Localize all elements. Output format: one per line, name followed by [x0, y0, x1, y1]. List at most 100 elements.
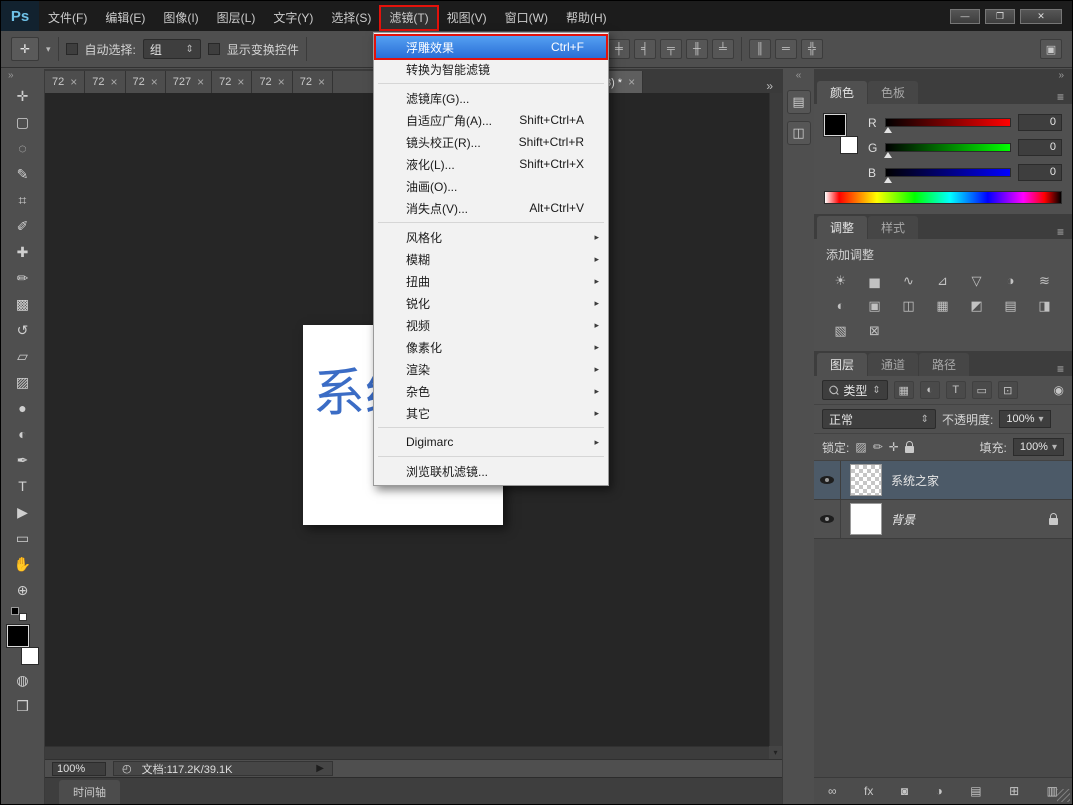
blend-mode-dropdown[interactable]: 正常 ⇕ [822, 409, 936, 429]
quick-selection-tool[interactable]: ✎ [7, 161, 39, 187]
new-layer-icon[interactable]: ⊞ [1009, 784, 1019, 798]
pixel-layer-filter-icon[interactable]: ▦ [894, 381, 914, 399]
invert-icon[interactable]: ◩ [965, 295, 988, 316]
filter-toggle-icon[interactable]: ◉ [1054, 383, 1064, 397]
levels-icon[interactable]: ▅ [863, 270, 886, 291]
restore-button[interactable]: ❐ [985, 9, 1015, 24]
show-transform-checkbox[interactable] [208, 43, 220, 55]
menu-filter[interactable]: 滤镜(T) [380, 6, 437, 30]
photo-filter-icon[interactable]: ▣ [863, 295, 886, 316]
menu-view[interactable]: 视图(V) [438, 6, 496, 30]
visibility-cell[interactable] [814, 461, 841, 499]
ministrip-expand-icon[interactable]: « [783, 69, 814, 83]
zoom-tool[interactable]: ⊕ [7, 577, 39, 603]
layer-thumbnail[interactable] [850, 503, 882, 535]
panel-foreground-swatch[interactable] [824, 114, 846, 136]
tab-color[interactable]: 颜色 [817, 81, 867, 104]
current-tool-icon[interactable]: ✛ [11, 37, 39, 61]
document-tab[interactable]: 72× [212, 71, 252, 93]
smart-object-filter-icon[interactable]: ⊡ [998, 381, 1018, 399]
exposure-icon[interactable]: ⊿ [931, 270, 954, 291]
tab-overflow-icon[interactable]: » [757, 79, 782, 93]
brush-tool[interactable]: ✏ [7, 265, 39, 291]
menu-item-lens-correction[interactable]: 镜头校正(R)...Shift+Ctrl+R [376, 131, 606, 153]
tab-swatches[interactable]: 色板 [868, 81, 918, 104]
menu-item-noise[interactable]: 杂色▸ [376, 380, 606, 402]
fill-field[interactable]: 100% ▾ [1013, 438, 1064, 456]
tab-close-icon[interactable]: × [70, 75, 77, 89]
tab-paths[interactable]: 路径 [919, 353, 969, 376]
slider-marker-icon[interactable] [884, 127, 892, 133]
tool-preset-arrow-icon[interactable]: ▾ [46, 44, 51, 55]
layer-thumbnail[interactable] [850, 464, 882, 496]
tab-timeline[interactable]: 时间轴 [59, 780, 120, 804]
tab-styles[interactable]: 样式 [868, 216, 918, 239]
histogram-panel-icon[interactable]: ▤ [787, 90, 811, 114]
vibrance-icon[interactable]: ▽ [965, 270, 988, 291]
menu-item-filter-gallery[interactable]: 滤镜库(G)... [376, 87, 606, 109]
document-tab[interactable]: 72× [293, 71, 333, 93]
opacity-field[interactable]: 100% ▾ [999, 410, 1050, 428]
distribute-vertical-icon[interactable]: ║ [749, 39, 771, 59]
color-lookup-icon[interactable]: ▦ [931, 295, 954, 316]
curves-icon[interactable]: ∿ [897, 270, 920, 291]
status-expand-icon[interactable]: ▶ [316, 763, 324, 774]
menu-layer[interactable]: 图层(L) [208, 6, 265, 30]
toolbar-collapse-icon[interactable]: » [1, 69, 44, 83]
eyedropper-tool[interactable]: ✐ [7, 213, 39, 239]
document-tab[interactable]: 72× [252, 71, 292, 93]
shape-tool[interactable]: ▭ [7, 525, 39, 551]
crop-tool[interactable]: ⌗ [7, 187, 39, 213]
brightness-contrast-icon[interactable]: ☀ [829, 270, 852, 291]
tab-close-icon[interactable]: × [237, 75, 244, 89]
panel-background-swatch[interactable] [840, 136, 858, 154]
tab-close-icon[interactable]: × [151, 75, 158, 89]
menu-window[interactable]: 窗口(W) [496, 6, 557, 30]
menu-help[interactable]: 帮助(H) [557, 6, 616, 30]
auto-select-dropdown[interactable]: 组 ⇕ [143, 39, 201, 59]
vertical-scrollbar[interactable] [769, 93, 782, 746]
quick-mask-icon[interactable]: ◍ [7, 667, 39, 693]
layer-row-background[interactable]: 背景 [814, 500, 1072, 539]
move-tool[interactable]: ✛ [7, 83, 39, 109]
menu-item-distort[interactable]: 扭曲▸ [376, 270, 606, 292]
panel-color-swatches[interactable] [824, 114, 858, 154]
hue-saturation-icon[interactable]: ◑ [999, 270, 1022, 291]
healing-brush-tool[interactable]: ✚ [7, 239, 39, 265]
panel-menu-icon[interactable]: ≡ [1049, 225, 1072, 239]
adjustment-layer-filter-icon[interactable]: ◐ [920, 381, 940, 399]
menu-item-adaptive-wide-angle[interactable]: 自适应广角(A)...Shift+Ctrl+A [376, 109, 606, 131]
document-tab[interactable]: 72× [126, 71, 166, 93]
blur-tool[interactable]: ● [7, 395, 39, 421]
align-vertical-centers-icon[interactable]: ╫ [686, 39, 708, 59]
dodge-tool[interactable]: ◐ [7, 421, 39, 447]
red-value-field[interactable]: 0 [1018, 114, 1062, 131]
rectangular-marquee-tool[interactable]: ▢ [7, 109, 39, 135]
menu-item-sharpen[interactable]: 锐化▸ [376, 292, 606, 314]
panel-menu-icon[interactable]: ≡ [1049, 90, 1072, 104]
slider-marker-icon[interactable] [884, 177, 892, 183]
tab-close-icon[interactable]: × [318, 75, 325, 89]
eye-icon[interactable] [820, 515, 834, 523]
lock-all-icon[interactable] [905, 446, 914, 453]
minimize-button[interactable]: — [950, 9, 980, 24]
tab-adjustments[interactable]: 调整 [817, 216, 867, 239]
eye-icon[interactable] [820, 476, 834, 484]
screen-mode-icon[interactable]: ❒ [7, 693, 39, 719]
panel-menu-icon[interactable]: ≡ [1049, 362, 1072, 376]
layer-row-selected[interactable]: 系统之家 [814, 461, 1072, 500]
menu-item-oil-paint[interactable]: 油画(O)... [376, 175, 606, 197]
threshold-icon[interactable]: ◨ [1033, 295, 1056, 316]
type-layer-filter-icon[interactable]: T [946, 381, 966, 399]
menu-item-digimarc[interactable]: Digimarc▸ [376, 431, 606, 453]
blue-slider[interactable] [885, 168, 1011, 177]
menu-item-convert-smart-filters[interactable]: 转换为智能滤镜 [376, 58, 606, 80]
document-tab[interactable]: 727× [166, 71, 212, 93]
hand-tool[interactable]: ✋ [7, 551, 39, 577]
menu-edit[interactable]: 编辑(E) [96, 6, 154, 30]
menu-file[interactable]: 文件(F) [39, 6, 96, 30]
horizontal-scrollbar[interactable] [45, 746, 769, 759]
menu-item-render[interactable]: 渲染▸ [376, 358, 606, 380]
selective-color-icon[interactable]: ⊠ [863, 320, 886, 341]
black-white-icon[interactable]: ◐ [829, 295, 852, 316]
